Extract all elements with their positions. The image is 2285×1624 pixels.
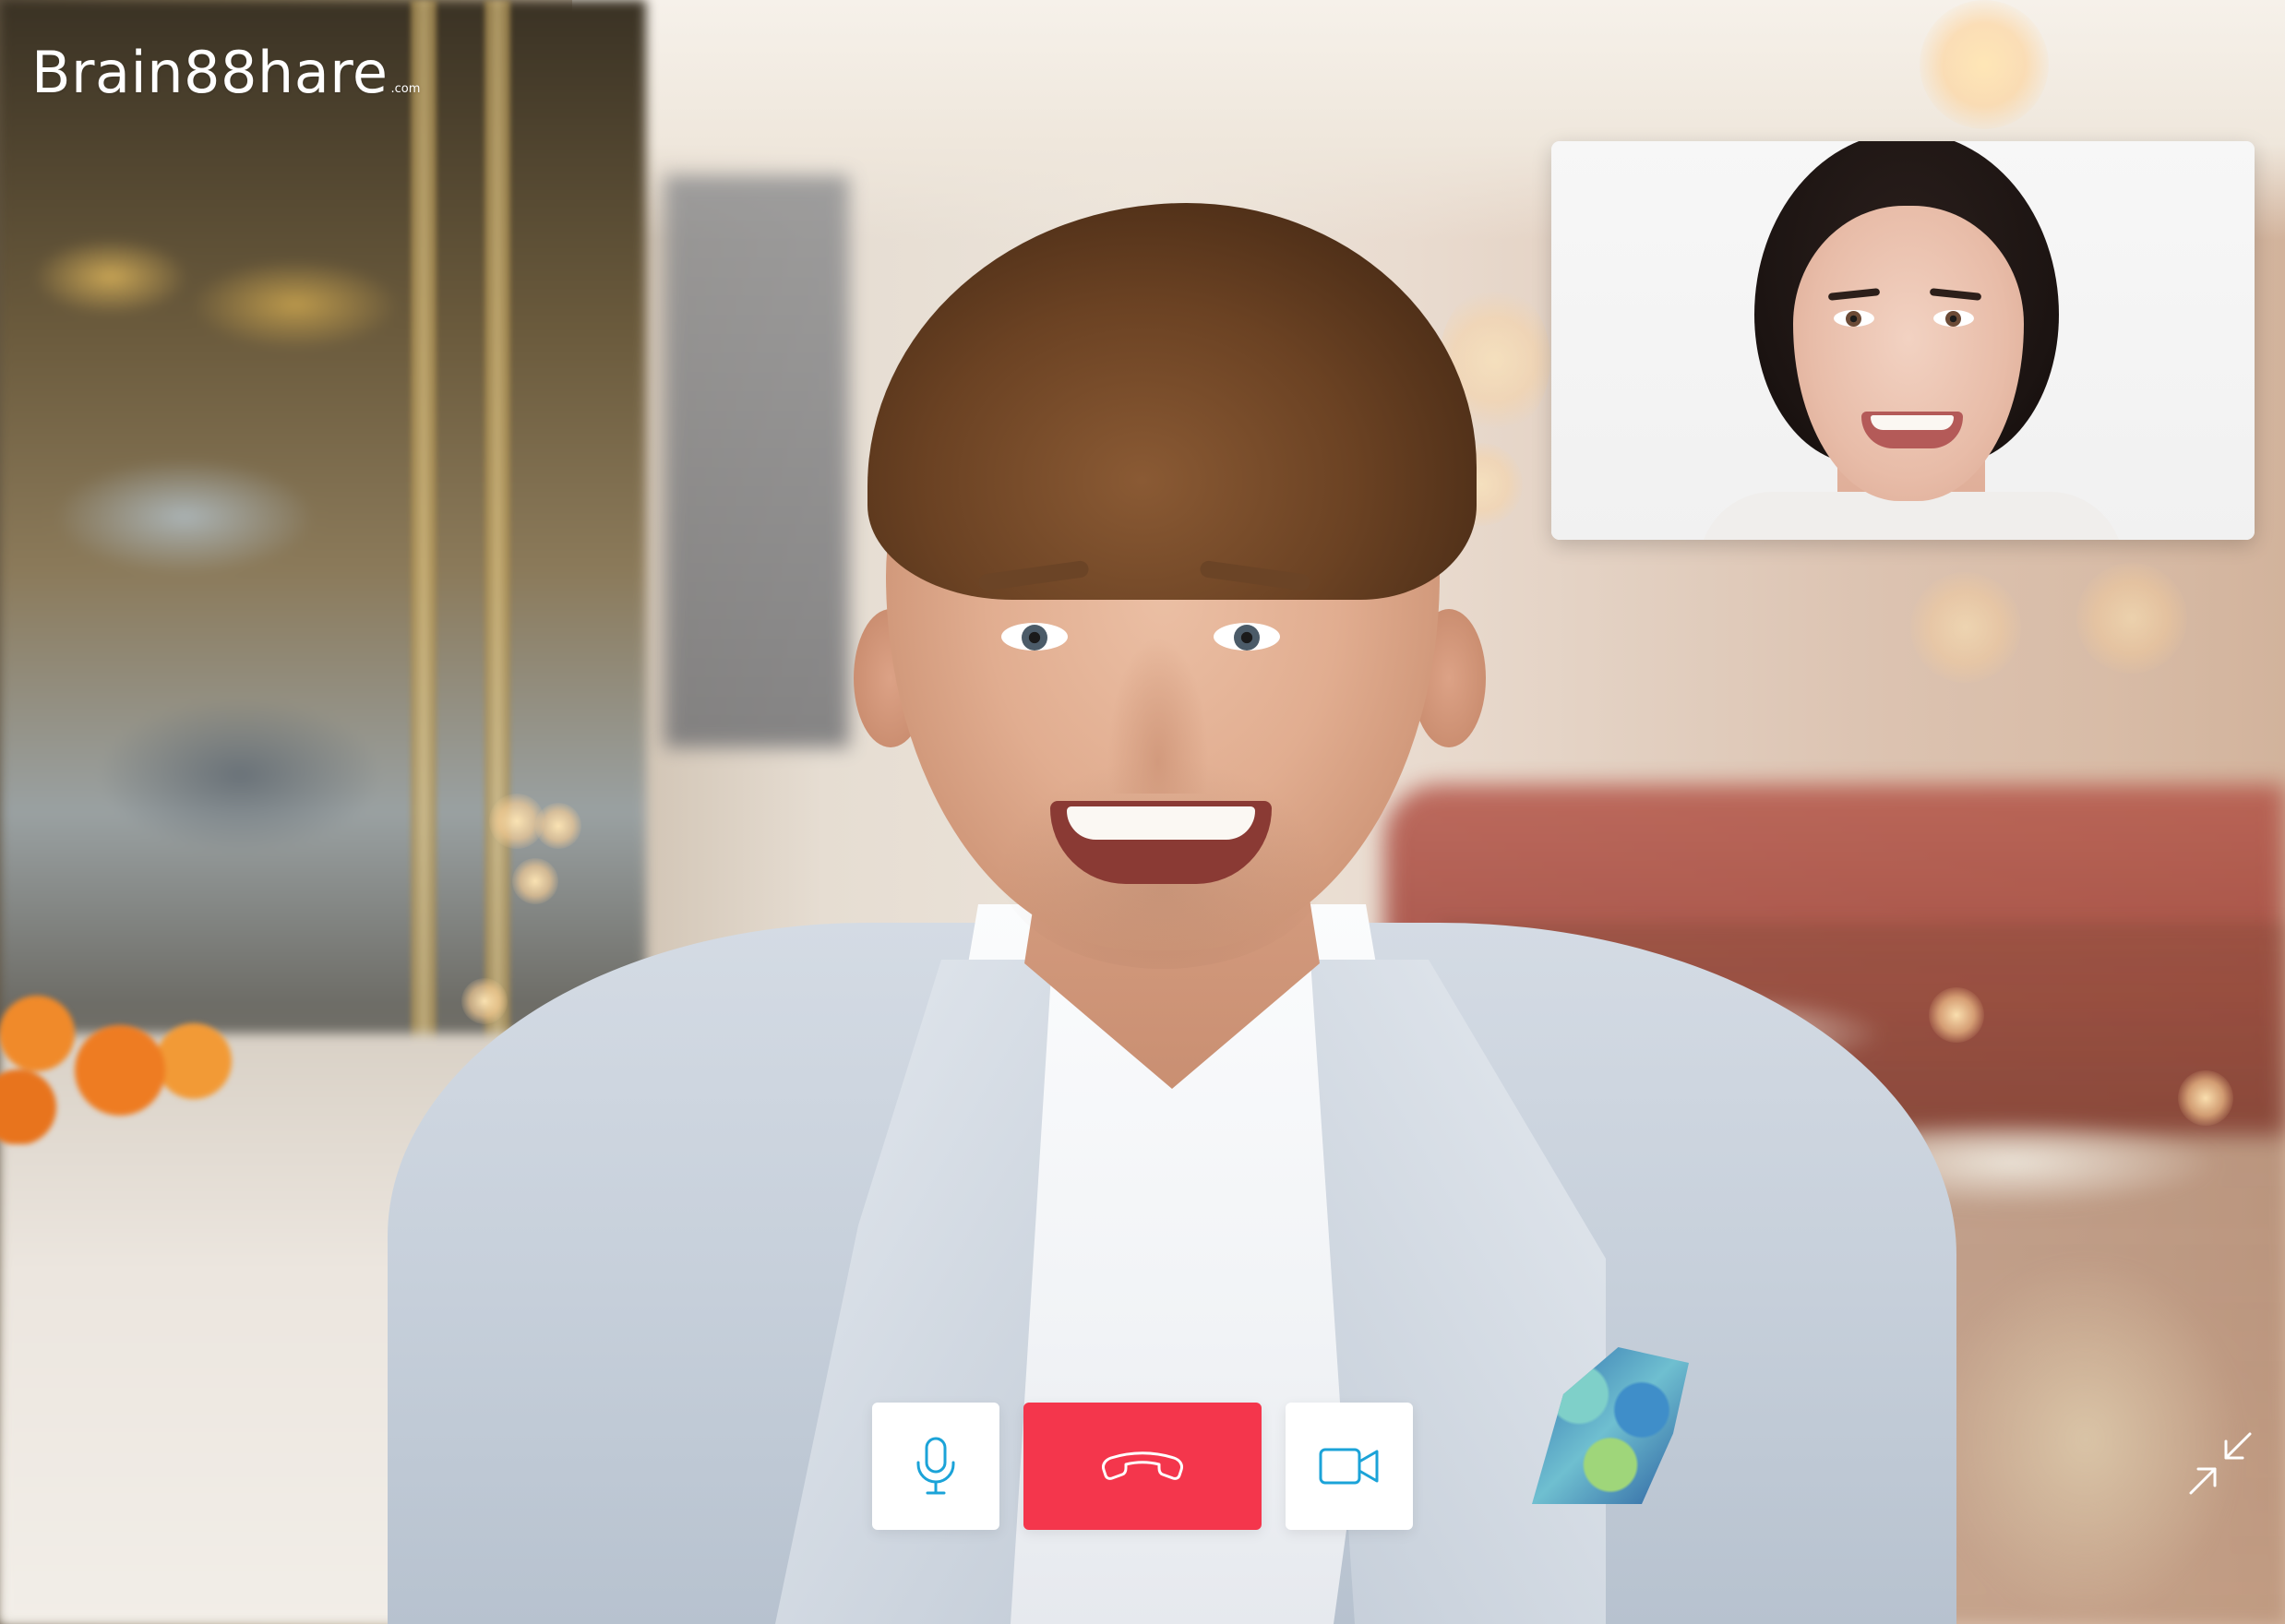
- brand-logo: Brain88hare .com: [31, 39, 420, 106]
- video-call-screen: Brain88hare .com: [0, 0, 2285, 1624]
- bokeh-light: [1920, 0, 2049, 129]
- self-view-eye: [1834, 310, 1874, 327]
- participant-eye: [1001, 623, 1068, 651]
- brand-logo-text: Brain88hare: [31, 39, 389, 106]
- participant-hair: [867, 203, 1477, 600]
- participant-eye: [1214, 623, 1280, 651]
- phone-hangup-icon: [1098, 1448, 1187, 1485]
- video-camera-icon: [1319, 1446, 1380, 1487]
- self-view-smile: [1861, 412, 1963, 448]
- bokeh-light: [2178, 1070, 2233, 1126]
- end-call-button[interactable]: [1023, 1403, 1262, 1530]
- microphone-icon: [915, 1437, 957, 1496]
- minimize-button[interactable]: [2183, 1428, 2257, 1502]
- brand-logo-suffix: .com: [390, 82, 421, 96]
- minimize-arrows-icon: [2185, 1428, 2255, 1503]
- bokeh-light: [2076, 563, 2187, 674]
- participant-nose: [1107, 637, 1209, 794]
- background-oranges: [0, 960, 258, 1144]
- call-controls: [872, 1403, 1413, 1530]
- camera-toggle-button[interactable]: [1286, 1403, 1413, 1530]
- mute-button[interactable]: [872, 1403, 999, 1530]
- self-view-video[interactable]: [1551, 141, 2255, 540]
- self-view-eye: [1933, 310, 1974, 327]
